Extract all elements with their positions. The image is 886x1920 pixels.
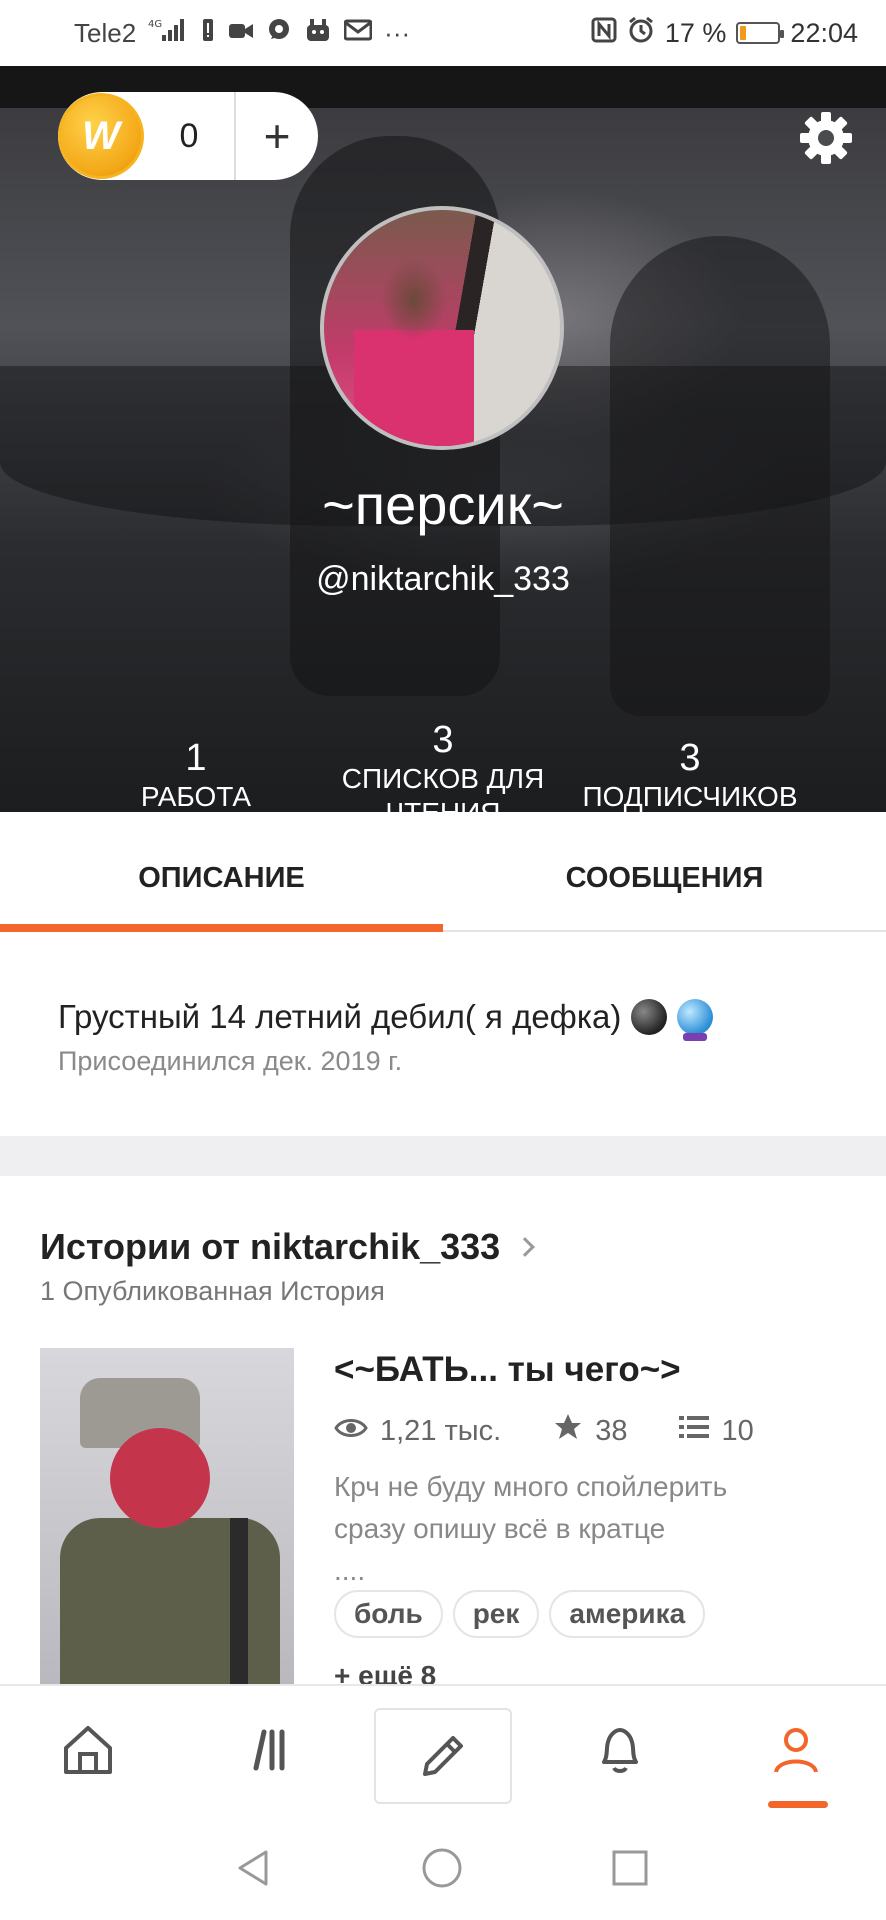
about-section: Грустный 14 летний дебил( я дефка) Присо… xyxy=(0,932,886,1136)
story-description-line: сразу опишу всё в кратце xyxy=(334,1513,666,1544)
nfc-icon xyxy=(591,17,617,50)
more-notifications: ··· xyxy=(384,17,411,48)
stat-number: 1 xyxy=(185,737,207,779)
stories-heading-link[interactable]: Истории от niktarchik_333 xyxy=(40,1226,536,1268)
stories-count: 1 Опубликованная История xyxy=(40,1276,385,1306)
recents-button[interactable] xyxy=(600,1838,660,1898)
library-icon xyxy=(253,1729,285,1771)
clock: 22:04 xyxy=(790,17,858,48)
nav-profile[interactable] xyxy=(736,1686,856,1814)
tab-about[interactable]: ОПИСАНИЕ xyxy=(0,812,443,932)
chat-app-icon xyxy=(266,17,292,50)
stories-section: Истории от niktarchik_333 1 Опубликованн… xyxy=(0,1176,886,1684)
story-parts: 10 xyxy=(721,1414,754,1447)
battery-icon xyxy=(736,22,785,44)
bio: Грустный 14 летний дебил( я дефка) xyxy=(58,998,886,1041)
black-ball-emoji-icon xyxy=(631,999,668,1035)
back-button[interactable] xyxy=(224,1838,284,1898)
tag-chip[interactable]: рек xyxy=(452,1590,540,1638)
story-stats: 1,21 тыс. 38 10 xyxy=(334,1412,754,1450)
stories-heading: Истории от niktarchik_333 xyxy=(40,1226,501,1267)
stat-number: 3 xyxy=(679,737,701,779)
nav-notifications[interactable] xyxy=(560,1686,680,1814)
carrier-label: Tele2 xyxy=(74,17,137,48)
story-reads: 1,21 тыс. xyxy=(380,1414,502,1447)
avatar[interactable] xyxy=(320,206,564,450)
coins-widget[interactable]: W 0 + xyxy=(58,92,318,180)
video-call-icon xyxy=(228,18,254,49)
story-description-line: .... xyxy=(334,1555,366,1586)
tag-chip[interactable]: америка xyxy=(549,1590,706,1638)
home-icon xyxy=(64,1726,112,1774)
status-bar: Tele2 4G ··· 17 % 22:04 xyxy=(0,0,886,66)
list-icon xyxy=(679,1414,710,1448)
tab-messages[interactable]: СООБЩЕНИЯ xyxy=(443,812,886,930)
tag-chip[interactable]: боль xyxy=(334,1590,443,1638)
buy-coins-button[interactable]: + xyxy=(236,113,318,159)
bell-icon xyxy=(602,1728,638,1773)
profile-stats: 1 РАБОТА 3 СПИСКОВ ДЛЯ ЧТЕНИЯ 3 ПОДПИСЧИ… xyxy=(0,650,886,812)
story-tags: боль рек америка xyxy=(334,1590,706,1638)
eye-icon xyxy=(334,1415,368,1448)
cover-art xyxy=(230,1518,248,1684)
join-date: Присоединился дек. 2019 г. xyxy=(58,1046,403,1076)
stat-followers[interactable]: 3 ПОДПИСЧИКОВ xyxy=(560,736,820,812)
settings-gear-icon[interactable] xyxy=(796,108,856,168)
signal-icon: 4G xyxy=(148,17,188,50)
profile-tabs: ОПИСАНИЕ СООБЩЕНИЯ xyxy=(0,812,886,932)
username: @niktarchik_333 xyxy=(316,560,570,598)
section-divider xyxy=(0,1136,886,1176)
cover-art xyxy=(110,1428,210,1528)
story-cover[interactable] xyxy=(40,1348,294,1684)
stat-works[interactable]: 1 РАБОТА xyxy=(66,736,326,812)
battery-percent: 17 % xyxy=(664,17,727,48)
crystal-ball-emoji-icon xyxy=(677,999,714,1041)
chevron-right-icon xyxy=(515,1237,536,1257)
star-icon xyxy=(553,1412,583,1450)
pencil-icon xyxy=(423,1736,463,1776)
nav-library[interactable] xyxy=(208,1686,328,1814)
alarm-icon xyxy=(627,16,655,51)
story-description: Крч не буду много спойлерить сразу опишу… xyxy=(334,1466,834,1592)
more-tags-link[interactable]: + ещё 8 xyxy=(334,1660,436,1684)
nav-write[interactable] xyxy=(374,1708,512,1804)
profile-header: W 0 + ~персик~ @niktarchik_333 1 РАБОТА … xyxy=(0,66,886,812)
profile-icon xyxy=(774,1728,818,1773)
svg-text:4G: 4G xyxy=(148,19,162,30)
display-name: ~персик~ xyxy=(322,473,564,536)
active-indicator xyxy=(768,1801,828,1808)
story-votes: 38 xyxy=(595,1414,628,1447)
nav-home[interactable] xyxy=(28,1686,148,1814)
mail-icon xyxy=(343,18,373,49)
stat-label: РАБОТА xyxy=(140,781,252,812)
system-navigation xyxy=(0,1812,886,1920)
bio-text: Грустный 14 летний дебил( я дефка) xyxy=(58,998,622,1035)
alert-icon xyxy=(200,17,216,50)
android-app-icon xyxy=(304,17,332,50)
back-triangle-icon xyxy=(238,1850,268,1886)
avatar-photo xyxy=(354,250,474,446)
story-description-line: Крч не буду много спойлерить xyxy=(334,1471,728,1502)
story-title[interactable]: <~БАТЬ... ты чего~> xyxy=(334,1350,681,1390)
home-button[interactable] xyxy=(412,1838,472,1898)
stat-number: 3 xyxy=(432,719,454,761)
recents-square-icon xyxy=(612,1850,648,1886)
coin-icon: W xyxy=(58,93,144,179)
stat-label: ПОДПИСЧИКОВ xyxy=(582,781,798,812)
bottom-navigation xyxy=(0,1684,886,1812)
home-circle-icon xyxy=(422,1848,462,1888)
stat-label: СПИСКОВ ДЛЯ ЧТЕНИЯ xyxy=(341,763,545,812)
stat-reading-lists[interactable]: 3 СПИСКОВ ДЛЯ ЧТЕНИЯ xyxy=(313,718,573,812)
coin-count: 0 xyxy=(179,116,199,155)
